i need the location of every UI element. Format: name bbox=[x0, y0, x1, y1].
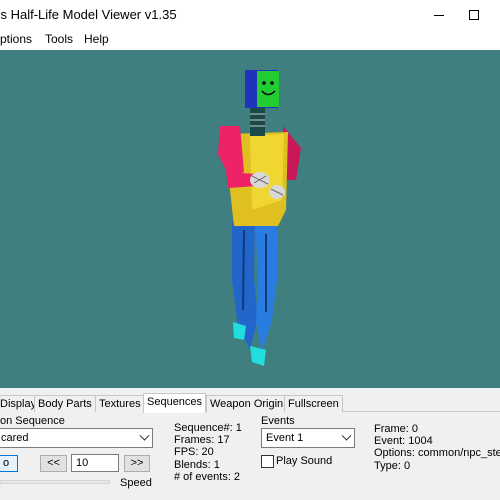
model-left-sleeve bbox=[218, 126, 244, 178]
menu-tools[interactable]: Tools bbox=[45, 32, 73, 46]
tab-fullscreen[interactable]: Fullscreen bbox=[284, 395, 343, 412]
chevron-down-icon bbox=[341, 430, 352, 441]
events-select[interactable]: Event 1 bbox=[261, 428, 355, 448]
event-id: Event: 1004 bbox=[374, 435, 433, 447]
sequence-fps: FPS: 20 bbox=[174, 446, 214, 458]
event-options: Options: common/npc_step1 bbox=[374, 447, 500, 459]
speed-label: Speed bbox=[120, 477, 152, 489]
model-right-hand bbox=[269, 185, 285, 199]
next-frame-button[interactable]: >> bbox=[124, 455, 150, 472]
frame-input[interactable]: 10 bbox=[71, 454, 119, 472]
title-bar: 's Half-Life Model Viewer v1.35 bbox=[0, 0, 500, 31]
tab-weapon-origin[interactable]: Weapon Origin bbox=[206, 395, 288, 412]
play-sound-checkbox[interactable] bbox=[261, 455, 274, 468]
sequence-blends: Blends: 1 bbox=[174, 459, 220, 471]
events-label: Events bbox=[261, 415, 295, 427]
minimize-button[interactable] bbox=[428, 4, 450, 26]
menu-options[interactable]: ptions bbox=[0, 32, 32, 46]
control-panel: Display Body Parts Textures Sequences We… bbox=[0, 388, 500, 500]
tab-textures[interactable]: Textures bbox=[95, 395, 145, 412]
model-left-hand bbox=[250, 172, 270, 188]
events-select-value: Event 1 bbox=[266, 432, 304, 444]
window-title: 's Half-Life Model Viewer v1.35 bbox=[0, 7, 177, 22]
play-sound-label: Play Sound bbox=[276, 455, 333, 467]
event-type: Type: 0 bbox=[374, 460, 411, 472]
tab-sequences[interactable]: Sequences bbox=[143, 393, 207, 413]
model-left-eye bbox=[262, 81, 266, 85]
model-viewport[interactable] bbox=[0, 50, 500, 388]
model-neck bbox=[250, 108, 265, 136]
model-leg-stripe bbox=[242, 229, 245, 311]
model-right-eye bbox=[270, 81, 274, 85]
sequence-select-value: cared bbox=[1, 432, 29, 444]
sequence-select[interactable]: cared bbox=[0, 428, 153, 448]
menu-help[interactable]: Help bbox=[84, 32, 109, 46]
chevron-down-icon bbox=[139, 430, 150, 441]
stop-button[interactable]: o bbox=[0, 455, 18, 472]
speed-slider[interactable] bbox=[0, 480, 110, 484]
maximize-icon bbox=[469, 10, 479, 20]
prev-frame-button[interactable]: << bbox=[40, 455, 67, 472]
model-render bbox=[218, 70, 301, 366]
event-frame: Frame: 0 bbox=[374, 423, 419, 435]
animation-sequence-label: on Sequence bbox=[0, 415, 65, 427]
sequence-frames: Frames: 17 bbox=[174, 434, 230, 446]
tab-strip: Display Body Parts Textures Sequences We… bbox=[0, 393, 500, 413]
sequence-number: Sequence#: 1 bbox=[174, 422, 242, 434]
model-head-face bbox=[257, 71, 279, 107]
maximize-button[interactable] bbox=[463, 4, 485, 26]
tab-body-parts[interactable]: Body Parts bbox=[34, 395, 96, 412]
model-right-shoe bbox=[250, 346, 266, 366]
menu-bar: ptions Tools Help bbox=[0, 31, 500, 49]
sequence-events-count: # of events: 2 bbox=[174, 471, 241, 483]
minimize-icon bbox=[434, 14, 444, 16]
